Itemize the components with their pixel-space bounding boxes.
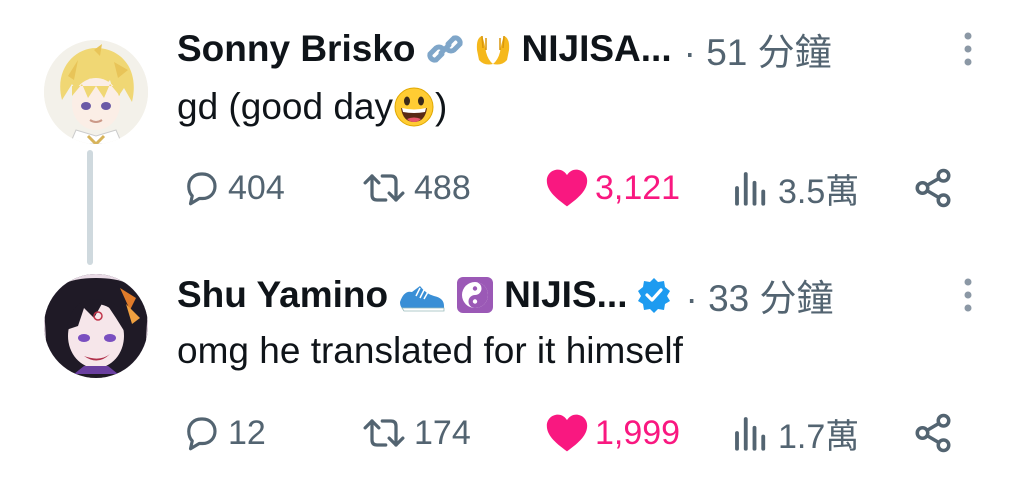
views-button[interactable]: 1.7萬 [730,408,859,458]
tweet-text-suffix: ) [435,86,448,127]
more-options-icon[interactable] [958,30,978,70]
like-button[interactable]: 1,999 [545,408,680,458]
view-count: 1.7萬 [778,417,860,456]
reply-button[interactable]: 12 [180,408,266,458]
author-name[interactable]: Shu Yamino [177,274,388,316]
retweet-count: 174 [414,413,471,452]
share-icon [915,413,951,453]
author-name[interactable]: Sonny Brisko [177,28,416,70]
tweet-actions: 12 174 1,999 1.7萬 [180,408,960,458]
more-options-icon[interactable] [958,276,978,316]
share-button[interactable] [912,163,954,213]
share-icon [915,168,951,208]
link-emoji-icon [426,30,464,68]
retweet-count: 488 [414,168,471,207]
view-count: 3.5萬 [778,172,860,211]
retweet-button[interactable]: 488 [360,163,471,213]
avatar[interactable] [44,40,148,144]
verified-badge-icon [635,276,673,314]
reply-count: 12 [228,413,266,452]
retweet-icon [363,419,405,447]
like-count: 1,999 [595,413,681,452]
author-handle[interactable]: NIJISA... [522,28,672,70]
tweet-timestamp[interactable]: · 33 分鐘 [685,268,833,322]
tweet-header: Sonny Brisko NIJISA... · 51 分鐘 [177,24,832,74]
tweet-timestamp[interactable]: · 51 分鐘 [684,22,832,76]
heart-icon [546,414,588,452]
grinning-face-emoji-icon [393,86,435,128]
tweet-text: omg he translated for it himself [177,326,683,376]
retweet-icon [363,174,405,202]
avatar[interactable] [44,274,148,378]
tweet-text: gd (good day ) [177,82,447,132]
running-shoe-emoji-icon [398,276,446,314]
palms-up-emoji-icon [474,30,512,68]
share-button[interactable] [912,408,954,458]
author-handle[interactable]: NIJIS... [504,274,627,316]
tweet-actions: 404 488 3,121 3.5萬 [180,163,960,213]
yin-yang-emoji-icon [456,276,494,314]
reply-icon [187,417,217,451]
views-chart-icon [735,417,766,451]
like-button[interactable]: 3,121 [545,163,680,213]
views-chart-icon [735,172,766,206]
reply-count: 404 [228,168,285,207]
retweet-button[interactable]: 174 [360,408,471,458]
like-count: 3,121 [595,168,681,207]
tweet-header: Shu Yamino NIJIS... · 33 分鐘 [177,270,834,320]
heart-icon [546,169,588,207]
thread-connector-line [87,150,93,265]
reply-icon [187,172,217,206]
tweet-text-main: omg he translated for it himself [177,330,683,371]
views-button[interactable]: 3.5萬 [730,163,859,213]
reply-button[interactable]: 404 [180,163,285,213]
tweet-text-main: gd (good day [177,86,394,127]
